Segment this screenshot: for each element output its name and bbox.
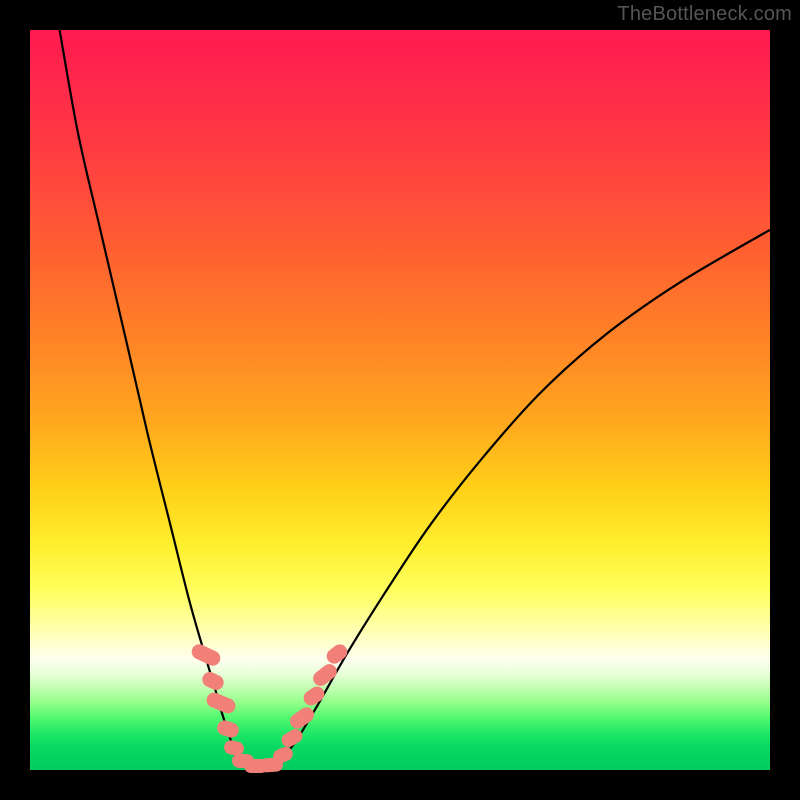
chart-frame: TheBottleneck.com	[0, 0, 800, 800]
curve-left-branch	[60, 30, 238, 759]
plot-area	[30, 30, 770, 770]
curve-right-branch	[282, 230, 770, 759]
watermark-text: TheBottleneck.com	[617, 3, 792, 26]
curve-valley	[237, 759, 281, 766]
curve-svg	[30, 30, 770, 770]
